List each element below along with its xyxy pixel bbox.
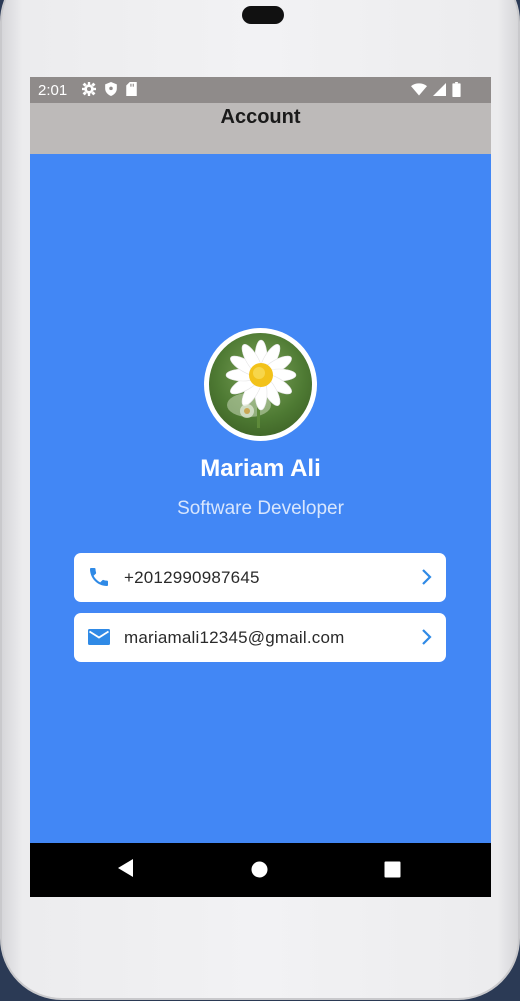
email-icon [88,629,110,645]
shield-icon [105,82,117,96]
navigation-bar [30,843,491,897]
wifi-icon [411,83,427,96]
signal-icon [433,83,446,96]
chevron-right-icon [422,629,432,645]
back-icon[interactable] [117,858,135,878]
earpiece-speaker [242,6,284,24]
profile-name: Mariam Ali [200,455,321,482]
app-bar: Account [30,103,491,154]
phone-icon [90,568,108,586]
sd-card-icon [126,82,137,96]
email-address: mariamali12345@gmail.com [124,628,345,647]
profile-role: Software Developer [177,498,344,519]
chevron-right-icon [422,569,432,585]
status-time: 2:01 [38,82,68,99]
home-icon[interactable] [251,861,268,878]
phone-card[interactable]: +2012990987645 [74,553,446,602]
status-bar: 2:01 [30,77,491,103]
phone-screen: 2:01 Account Mariam Ali Software Develop… [30,77,491,897]
status-icons-right [411,82,461,97]
page-title: Account [220,106,301,128]
settings-icon [82,82,96,96]
daisy-flower-photo [209,333,312,436]
status-icons-left [82,82,137,96]
email-card[interactable]: mariamali12345@gmail.com [74,613,446,662]
avatar [204,328,317,441]
recents-icon[interactable] [384,861,401,878]
battery-icon [452,82,461,97]
phone-number: +2012990987645 [124,568,260,587]
